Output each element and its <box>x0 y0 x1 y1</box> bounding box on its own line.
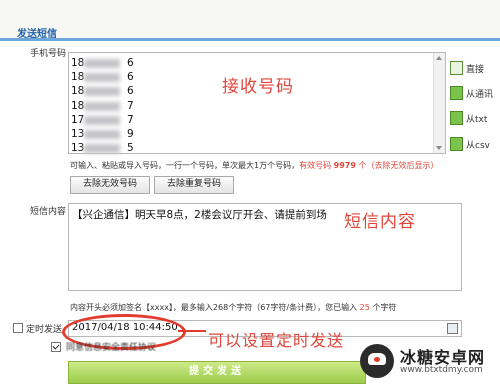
phone-number-row: 18 6 <box>71 56 151 70</box>
char-count-unit: 个字符 <box>372 303 397 312</box>
phone-number-suffix: 6 <box>127 71 134 84</box>
schedule-checkbox[interactable] <box>13 323 23 333</box>
phone-number-suffix: 7 <box>127 99 134 112</box>
side-action-label: 从通讯 <box>466 90 494 100</box>
phone-number-prefix: 18 <box>71 71 85 84</box>
phone-number-row: 13 5 <box>71 141 151 155</box>
spreadsheet-icon <box>450 61 463 75</box>
side-action-label: 从csv <box>466 141 490 151</box>
annotation-schedule-note: 可以设置定时发送 <box>208 331 345 350</box>
agreement-label[interactable]: 同意信息安全责任协议 <box>66 340 156 353</box>
phone-number-prefix: 13 <box>71 142 85 155</box>
redacted-digits <box>84 73 120 83</box>
phone-hint-prefix: 可输入、粘贴或导入号码，一行一个号码，单次最大1万个号码， <box>70 161 300 170</box>
char-count: 25 <box>359 303 370 312</box>
title-bar: 发送短信 <box>0 0 500 40</box>
phone-number-prefix: 18 <box>71 85 85 98</box>
valid-count-label: 有效号码 <box>299 161 332 170</box>
phone-number-suffix: 9 <box>127 127 134 140</box>
message-content: 【兴企通信】明天早8点，2楼会议厅开会、请提前到场 <box>72 209 327 221</box>
redacted-digits <box>84 101 120 111</box>
scroll-down-icon[interactable] <box>436 146 442 150</box>
valid-count-suffix: （去除无效后显示） <box>366 161 439 170</box>
phone-hint: 可输入、粘贴或导入号码，一行一个号码，单次最大1万个号码，有效号码 9979 个… <box>70 160 438 171</box>
phone-number-row: 17 7 <box>71 113 151 127</box>
annotation-message-content: 短信内容 <box>344 212 416 232</box>
redacted-digits <box>84 129 120 139</box>
annotation-receive-number: 接收号码 <box>222 77 294 97</box>
phone-number-row: 18 6 <box>71 84 151 98</box>
phone-number-suffix: 7 <box>127 113 134 126</box>
scroll-up-icon[interactable] <box>436 56 442 60</box>
redacted-digits <box>84 144 120 154</box>
phone-number-suffix: 6 <box>127 57 134 69</box>
phone-number-prefix: 18 <box>71 99 85 112</box>
phone-number-row: 13 9 <box>71 127 151 141</box>
phone-number-suffix: 5 <box>127 142 134 155</box>
csv-import-icon <box>450 137 463 151</box>
valid-count: 9979 <box>333 161 356 170</box>
contacts-icon <box>450 86 463 100</box>
message-label: 短信内容 <box>30 207 67 217</box>
phone-number-row: 18 6 <box>71 70 151 84</box>
redacted-digits <box>84 87 120 97</box>
redacted-digits <box>84 59 120 68</box>
side-action-label: 直接 <box>466 65 485 75</box>
remove-duplicate-button[interactable]: 去除重复号码 <box>154 176 234 194</box>
phone-number-prefix: 13 <box>71 127 85 140</box>
phone-number-list: 18 6 18 6 18 6 18 7 17 7 13 9 13 5 <box>71 56 151 155</box>
side-action-label: 从txt <box>466 115 488 125</box>
agreement-checkbox[interactable] <box>51 342 61 352</box>
phone-number-row: 18 7 <box>71 99 151 113</box>
message-hint-prefix: 内容开头必须加签名【xxxx】，最多输入268个字符（67字符/条计费），您已输… <box>70 303 358 312</box>
schedule-label: 定时发送 <box>26 325 63 335</box>
submit-send-button[interactable]: 提交发送 <box>68 361 366 384</box>
phone-number-prefix: 18 <box>71 57 85 69</box>
highlight-pointer-line <box>178 330 206 332</box>
phone-number-suffix: 6 <box>127 85 134 98</box>
robot-logo-icon <box>360 344 394 378</box>
redacted-digits <box>84 115 120 125</box>
message-hint: 内容开头必须加签名【xxxx】，最多输入268个字符（67字符/条计费），您已输… <box>70 302 396 313</box>
watermark: 冰糖安卓网 www.btxtdmy.com <box>356 340 500 382</box>
phone-numbers-textarea[interactable]: 18 6 18 6 18 6 18 7 17 7 13 9 13 5 <box>68 52 446 154</box>
calendar-icon[interactable] <box>447 323 458 334</box>
phone-list-scrollbar[interactable] <box>433 53 445 153</box>
txt-import-icon <box>450 111 463 125</box>
title-divider <box>0 38 500 41</box>
phone-label: 手机号码 <box>30 49 67 59</box>
remove-invalid-button[interactable]: 去除无效号码 <box>70 176 150 194</box>
watermark-url: www.btxtdmy.com <box>400 365 483 375</box>
phone-number-prefix: 17 <box>71 113 85 126</box>
